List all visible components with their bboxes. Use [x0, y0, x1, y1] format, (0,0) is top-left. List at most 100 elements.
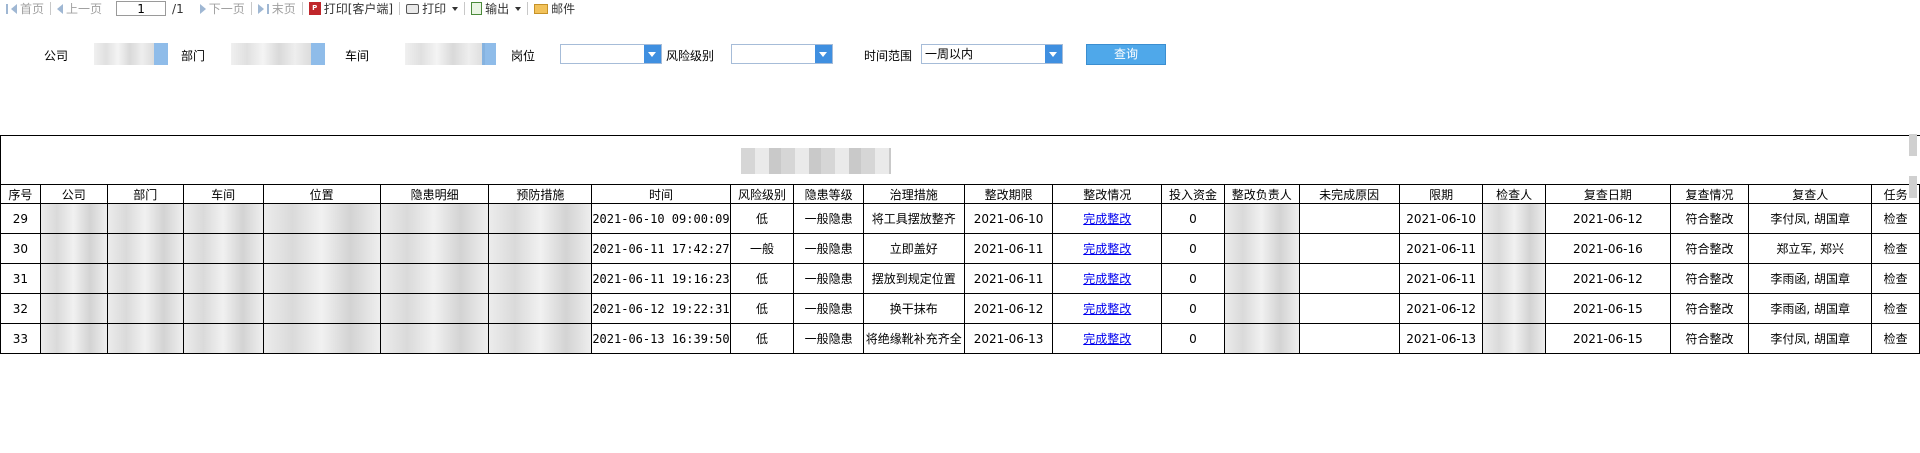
row-number: 33	[0, 323, 41, 354]
prevention-cell	[488, 233, 593, 264]
risk-level-cell: 一般	[729, 233, 795, 264]
column-header: 投入资金	[1161, 184, 1225, 204]
chevron-down-icon[interactable]	[644, 45, 661, 63]
print-button[interactable]: 打印	[400, 0, 464, 17]
hazard-detail-cell	[379, 293, 490, 324]
dept-cell	[106, 203, 184, 234]
fund-cell: 0	[1161, 263, 1225, 294]
company-label: 公司	[44, 49, 69, 63]
column-header: 检查人	[1482, 184, 1546, 204]
workshop-cell	[182, 323, 264, 354]
prev-page-icon	[57, 3, 64, 14]
scroll-indicator[interactable]	[1906, 130, 1920, 240]
next-page-label: 下一页	[208, 2, 245, 16]
owner-cell	[1223, 263, 1300, 294]
table-row[interactable]: 32 2021-06-12 19:22:31 低一般隐患 换干抹布 2021-06-12…	[0, 293, 1920, 324]
fund-cell: 0	[1161, 323, 1225, 354]
hazard-grade-cell: 一般隐患	[793, 293, 864, 324]
column-header: 隐患等级	[793, 184, 864, 204]
workshop-select[interactable]	[405, 43, 485, 65]
deadline-cell: 2021-06-13	[963, 323, 1054, 354]
status-link[interactable]: 完成整改	[1083, 332, 1131, 346]
reason-cell	[1298, 323, 1400, 354]
post-select[interactable]	[560, 44, 662, 64]
inspector-cell	[1482, 293, 1546, 324]
column-header: 复查人	[1748, 184, 1873, 204]
dept-dropdown-icon[interactable]	[311, 43, 325, 65]
hazard-table: 序号 公司 部门 车间 位置 隐患明细 预防措施 时间 风险级别 隐患等级 治理措施 整改期限 整改情况…	[0, 184, 1920, 354]
review-status-cell: 符合整改	[1669, 233, 1750, 264]
time-cell: 2021-06-12 19:22:31	[591, 293, 731, 324]
last-page-label: 末页	[271, 2, 296, 16]
location-cell	[262, 263, 381, 294]
reviewer-cell: 李雨函, 胡国章	[1748, 293, 1873, 324]
time-range-label: 时间范围	[864, 49, 913, 63]
hazard-grade-cell: 一般隐患	[793, 233, 864, 264]
chevron-down-icon	[515, 6, 522, 11]
status-link[interactable]: 完成整改	[1083, 242, 1131, 256]
export-button[interactable]: 输出	[465, 0, 527, 17]
time-range-select[interactable]: 一周以内	[921, 44, 1063, 64]
column-header: 预防措施	[488, 184, 593, 204]
row-number: 31	[0, 263, 41, 294]
column-header: 治理措施	[862, 184, 965, 204]
hazard-detail-cell	[379, 203, 490, 234]
owner-cell	[1223, 233, 1300, 264]
status-link[interactable]: 完成整改	[1083, 272, 1131, 286]
measure-cell: 将绝缘靴补充齐全	[862, 323, 965, 354]
task-cell: 检查	[1871, 323, 1920, 354]
location-cell	[262, 293, 381, 324]
status-link: 完成整改	[1052, 323, 1163, 354]
review-date-cell: 2021-06-16	[1544, 233, 1671, 264]
workshop-dropdown-icon[interactable]	[482, 43, 496, 65]
dept-label: 部门	[181, 49, 206, 63]
next-page-button[interactable]: 下一页	[194, 0, 251, 17]
table-row[interactable]: 30 2021-06-11 17:42:27 一般 一般隐患 立即盖好 2021-06-1…	[0, 233, 1920, 264]
table-header-row: 序号 公司 部门 车间 位置 隐患明细 预防措施 时间 风险级别 隐患等级 治理措施 整改期限 整改情况…	[0, 184, 1920, 204]
risk-level-cell: 低	[729, 203, 795, 234]
table-row[interactable]: 31 2021-06-11 19:16:23 低一般隐患 摆放到规定位置 2021-06…	[0, 263, 1920, 294]
first-page-button[interactable]: 首页	[0, 0, 50, 17]
limit-cell: 2021-06-12	[1398, 293, 1484, 324]
dept-cell	[106, 323, 184, 354]
company-dropdown-icon[interactable]	[154, 43, 168, 65]
report-title-redacted	[741, 148, 891, 174]
status-link[interactable]: 完成整改	[1083, 212, 1131, 226]
row-number: 29	[0, 203, 41, 234]
page-number-input[interactable]	[116, 1, 167, 16]
time-range-value: 一周以内	[925, 47, 974, 61]
task-cell: 检查	[1871, 263, 1920, 294]
hazard-detail-cell	[379, 323, 490, 354]
chevron-down-icon[interactable]	[815, 45, 832, 63]
workshop-cell	[182, 263, 264, 294]
workshop-cell	[182, 293, 264, 324]
column-header: 未完成原因	[1298, 184, 1400, 204]
owner-cell	[1223, 323, 1300, 354]
time-cell: 2021-06-11 19:16:23	[591, 263, 731, 294]
prevention-cell	[488, 323, 593, 354]
report-toolbar: 首页 上一页 /1 下一页 末页 P 打印[客户端] 打印 输出 邮件	[0, 0, 1920, 17]
workshop-cell	[182, 203, 264, 234]
location-cell	[262, 323, 381, 354]
dept-cell	[106, 293, 184, 324]
risk-level-cell: 低	[729, 323, 795, 354]
column-header: 隐患明细	[379, 184, 490, 204]
status-link[interactable]: 完成整改	[1083, 302, 1131, 316]
prev-page-button[interactable]: 上一页	[51, 0, 108, 17]
company-select[interactable]	[94, 43, 154, 65]
hazard-detail-cell	[379, 263, 490, 294]
print-client-button[interactable]: P 打印[客户端]	[303, 0, 399, 17]
table-row[interactable]: 33 2021-06-13 16:39:50 低一般隐患 将绝缘靴补充齐全 2021-0…	[0, 323, 1920, 354]
measure-cell: 换干抹布	[862, 293, 965, 324]
column-header: 复查情况	[1669, 184, 1750, 204]
chevron-down-icon[interactable]	[1045, 45, 1062, 63]
column-header: 车间	[182, 184, 264, 204]
mail-button[interactable]: 邮件	[528, 0, 581, 17]
company-cell	[39, 263, 108, 294]
last-page-button[interactable]: 末页	[252, 0, 302, 17]
risk-level-select[interactable]	[731, 44, 833, 64]
prevention-cell	[488, 203, 593, 234]
query-button[interactable]: 查询	[1086, 44, 1166, 65]
table-row[interactable]: 29 2021-06-10 09:00:09 低一般隐患 将工具摆放整齐 2021-06…	[0, 203, 1920, 234]
dept-select[interactable]	[231, 43, 311, 65]
